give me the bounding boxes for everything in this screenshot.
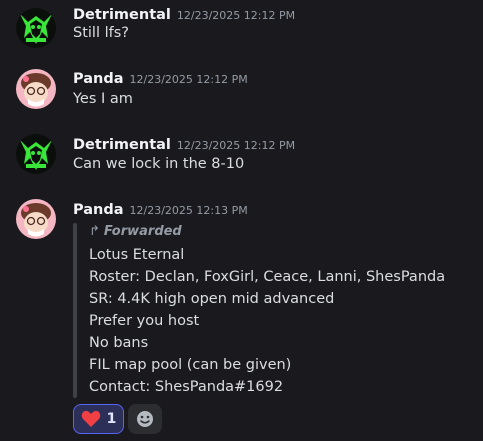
add-reaction-button[interactable] [128, 404, 162, 434]
detrimental-avatar-icon [16, 134, 56, 174]
avatar-detrimental[interactable] [16, 8, 56, 48]
message-text: Can we lock in the 8-10 [73, 156, 245, 172]
message-text: Still lfs? [73, 25, 129, 41]
avatar-panda[interactable] [16, 69, 56, 109]
forwarded-line: No bans [89, 335, 149, 351]
forwarded-line: Lotus Eternal [89, 247, 185, 263]
forwarded-line: Roster: Declan, FoxGirl, Ceace, Lanni, S… [89, 269, 446, 285]
timestamp: 12/23/2025 12:13 PM [129, 204, 248, 217]
timestamp: 12/23/2025 12:12 PM [176, 9, 296, 22]
forward-arrow-icon: ↱ [89, 224, 100, 239]
author-name[interactable]: Panda [73, 202, 124, 218]
forwarded-label-text: Forwarded [103, 224, 182, 239]
forwarded-line: Contact: ShesPanda#1692 [89, 379, 284, 395]
forwarded-line: FIL map pool (can be given) [89, 357, 292, 373]
heart-reaction-button[interactable]: 1 [73, 404, 124, 434]
forward-quote-bar [73, 223, 77, 398]
message-text: Yes I am [73, 91, 133, 107]
avatar-detrimental[interactable] [16, 134, 56, 174]
panda-avatar-icon [16, 69, 56, 109]
timestamp: 12/23/2025 12:12 PM [176, 139, 296, 152]
timestamp: 12/23/2025 12:12 PM [129, 73, 248, 86]
author-name[interactable]: Detrimental [73, 137, 171, 153]
panda-avatar-icon [16, 199, 56, 239]
heart-icon [81, 410, 100, 427]
reaction-count: 1 [106, 411, 117, 427]
detrimental-avatar-icon [16, 8, 56, 48]
forwarded-label: ↱ Forwarded [89, 224, 182, 239]
forwarded-line: Prefer you host [89, 313, 200, 329]
avatar-panda[interactable] [16, 199, 56, 239]
author-name[interactable]: Detrimental [73, 7, 171, 23]
author-name[interactable]: Panda [73, 71, 124, 87]
forwarded-line: SR: 4.4K high open mid advanced [89, 291, 335, 307]
smiley-icon [137, 411, 153, 427]
